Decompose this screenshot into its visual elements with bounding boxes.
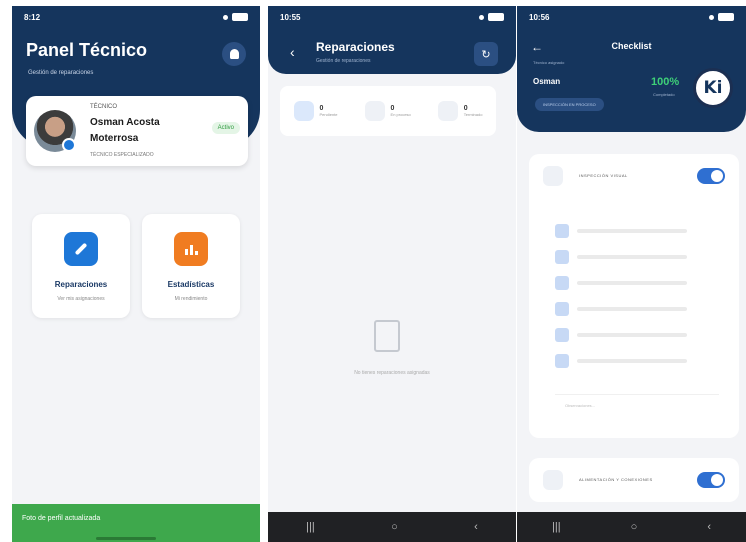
section-alimentacion: ALIMENTACIÓN Y CONEXIONES [529, 458, 739, 502]
stat-value: 0 [319, 105, 324, 112]
tech-name: Osman [533, 77, 561, 86]
phone-reparaciones: 10:55 ‹ Reparaciones Gestión de reparaci… [268, 6, 516, 542]
gear-icon [364, 101, 385, 121]
check-icon [437, 101, 458, 121]
status-time: 8:12 [24, 12, 41, 22]
stat-value: 0 [463, 105, 468, 112]
checkbox[interactable] [555, 354, 569, 368]
status-icons [709, 13, 734, 21]
recents-button[interactable]: ||| [306, 521, 315, 533]
back-nav-button[interactable]: ‹ [707, 521, 711, 533]
status-icons [479, 13, 504, 21]
toast-text: Foto de perfil actualizada [22, 515, 101, 522]
home-button[interactable]: ○ [631, 521, 638, 533]
checklist-item[interactable] [555, 224, 687, 238]
observations-placeholder: Observaciones... [565, 403, 596, 408]
stat-label: Terminado [463, 112, 483, 117]
tile-subtitle: Ver mis asignaciones [57, 296, 105, 302]
bar-chart-icon [174, 232, 208, 266]
screenshot-collage: 8:12 Panel Técnico Gestión de reparacion… [0, 0, 746, 542]
checkbox[interactable] [555, 302, 569, 316]
plug-icon [543, 470, 563, 490]
checklist-item[interactable] [555, 302, 687, 316]
stat-in-progress[interactable]: 0 En proceso [364, 101, 411, 121]
page-title: Reparaciones [316, 40, 395, 54]
section-toggle[interactable] [697, 168, 725, 184]
status-chip: INSPECCIÓN EN PROCESO [535, 98, 604, 111]
status-icons [223, 13, 248, 21]
page-subtitle: Gestión de reparaciones [28, 70, 94, 76]
checkbox[interactable] [555, 276, 569, 290]
android-nav-bar: ||| ○ ‹ [517, 512, 746, 542]
toast-message: Foto de perfil actualizada [12, 504, 260, 542]
phone-checklist: 10:56 ← Checklist Técnico asignado Osman… [517, 6, 746, 542]
stat-pending[interactable]: 0 Pendiente [293, 101, 338, 121]
status-badge: Activo [211, 122, 240, 134]
android-nav-bar: ||| ○ ‹ [268, 512, 516, 542]
status-bar: 10:55 [268, 6, 516, 28]
notifications-button[interactable] [222, 42, 246, 66]
stat-done[interactable]: 0 Terminado [437, 101, 483, 121]
profile-tech-label: TÉCNICO ESPECIALIZADO [90, 152, 154, 158]
status-bar: 8:12 [12, 6, 260, 28]
page-title: Panel Técnico [26, 40, 148, 60]
section-inspeccion-visual: INSPECCIÓN VISUAL Observaciones... [529, 154, 739, 438]
checklist-item[interactable] [555, 328, 687, 342]
recents-button[interactable]: ||| [552, 521, 561, 533]
home-button[interactable]: ○ [391, 521, 398, 533]
refresh-button[interactable]: ↻ [474, 42, 498, 66]
section-toggle[interactable] [697, 472, 725, 488]
status-time: 10:56 [529, 12, 550, 22]
stats-bar: 0 Pendiente 0 En proceso 0 Terminado [280, 86, 496, 136]
wrench-icon [64, 232, 98, 266]
battery-icon [488, 13, 504, 21]
page-title: Checklist [611, 41, 652, 51]
signal-icon [709, 14, 714, 20]
camera-icon[interactable] [62, 138, 76, 152]
status-bar: 10:56 [517, 6, 746, 28]
empty-state-text: No tienes reparaciones asignadas [354, 370, 430, 376]
refresh-icon: ↻ [481, 48, 491, 61]
bell-icon [229, 49, 239, 59]
stat-label: En proceso [390, 112, 411, 117]
section-title: ALIMENTACIÓN Y CONEXIONES [579, 477, 653, 482]
signal-icon [479, 14, 484, 20]
phone-panel-tecnico: 8:12 Panel Técnico Gestión de reparacion… [12, 6, 260, 542]
signal-icon [223, 14, 228, 20]
profile-card[interactable]: TÉCNICO Osman Acosta Moterrosa TÉCNICO E… [26, 96, 248, 166]
checklist-item[interactable] [555, 276, 687, 290]
toast-progress [96, 537, 156, 540]
estadisticas-tile[interactable]: Estadísticas Mi rendimiento [142, 214, 240, 318]
tile-subtitle: Mi rendimiento [174, 296, 208, 302]
clipboard-icon [293, 101, 314, 121]
checklist-item[interactable] [555, 250, 687, 264]
battery-icon [232, 13, 248, 21]
checkbox[interactable] [555, 250, 569, 264]
ki-logo: Ki [693, 68, 733, 108]
profile-role: TÉCNICO [90, 104, 117, 110]
profile-name: Osman Acosta Moterrosa [90, 117, 160, 144]
eye-icon [543, 166, 563, 186]
status-time: 10:55 [280, 12, 301, 22]
progress-value: 100% [651, 76, 680, 88]
checklist-item[interactable] [555, 354, 687, 368]
stat-label: Pendiente [319, 112, 338, 117]
observations-field[interactable]: Observaciones... [555, 394, 719, 414]
tile-label: Reparaciones [54, 280, 108, 289]
checkbox[interactable] [555, 328, 569, 342]
back-nav-button[interactable]: ‹ [474, 521, 478, 533]
empty-clipboard-icon [374, 320, 400, 352]
battery-icon [718, 13, 734, 21]
back-button[interactable]: ‹ [290, 44, 295, 60]
tile-label: Estadísticas [167, 280, 215, 289]
checkbox[interactable] [555, 224, 569, 238]
tech-label: Técnico asignado [533, 60, 565, 65]
reparaciones-tile[interactable]: Reparaciones Ver mis asignaciones [32, 214, 130, 318]
stat-value: 0 [390, 105, 395, 112]
page-subtitle: Gestión de reparaciones [316, 58, 371, 64]
progress-label: Completado [653, 92, 675, 97]
section-title: INSPECCIÓN VISUAL [579, 173, 628, 178]
